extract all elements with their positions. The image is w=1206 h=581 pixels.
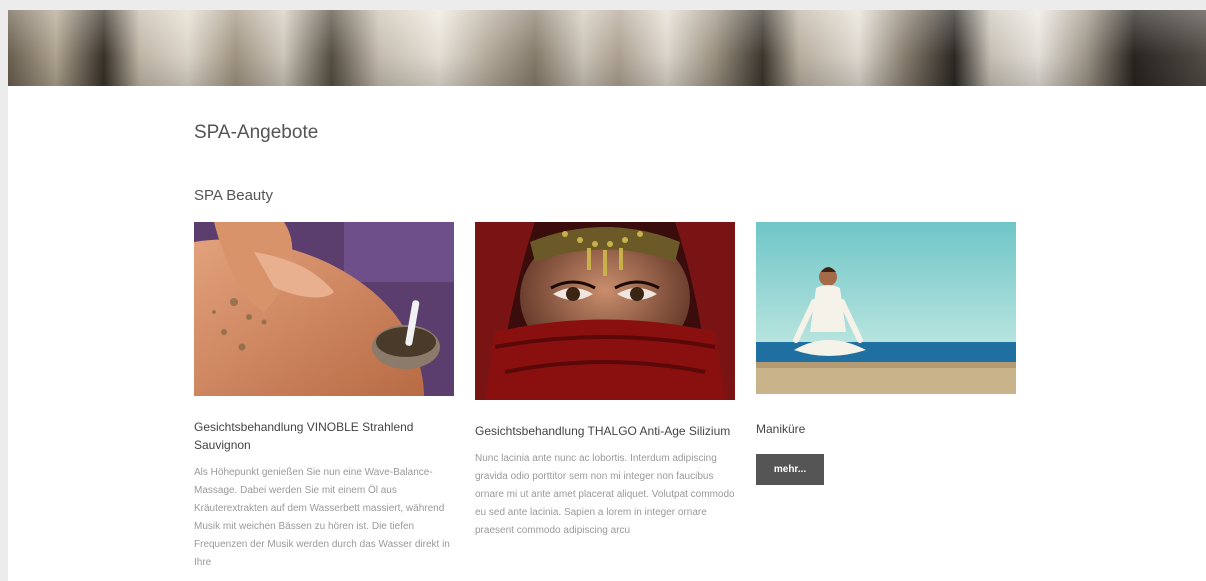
card-title[interactable]: Gesichtsbehandlung VINOBLE Strahlend Sau… <box>194 418 454 454</box>
offer-card-manikuere: Maniküre mehr... <box>756 222 1016 485</box>
veiled-face-image[interactable] <box>475 222 735 400</box>
page-frame: SPA-Angebote SPA Beauty Gesichtsbehandlu… <box>8 10 1206 581</box>
offer-card-vinoble: Gesichtsbehandlung VINOBLE Strahlend Sau… <box>194 222 454 572</box>
card-title[interactable]: Maniküre <box>756 420 1016 438</box>
page-title: SPA-Angebote <box>194 122 319 143</box>
massage-image[interactable] <box>194 222 454 396</box>
mehr-button[interactable]: mehr... <box>756 454 824 485</box>
offer-card-thalgo: Gesichtsbehandlung THALGO Anti-Age Siliz… <box>475 222 735 540</box>
card-title[interactable]: Gesichtsbehandlung THALGO Anti-Age Siliz… <box>475 422 735 440</box>
card-description: Als Höhepunkt genießen Sie nun eine Wave… <box>194 467 450 568</box>
section-title: SPA Beauty <box>194 187 273 204</box>
hero-banner-image <box>8 10 1206 86</box>
card-description: Nunc lacinia ante nunc ac lobortis. Inte… <box>475 453 735 536</box>
yoga-beach-image[interactable] <box>756 222 1016 394</box>
